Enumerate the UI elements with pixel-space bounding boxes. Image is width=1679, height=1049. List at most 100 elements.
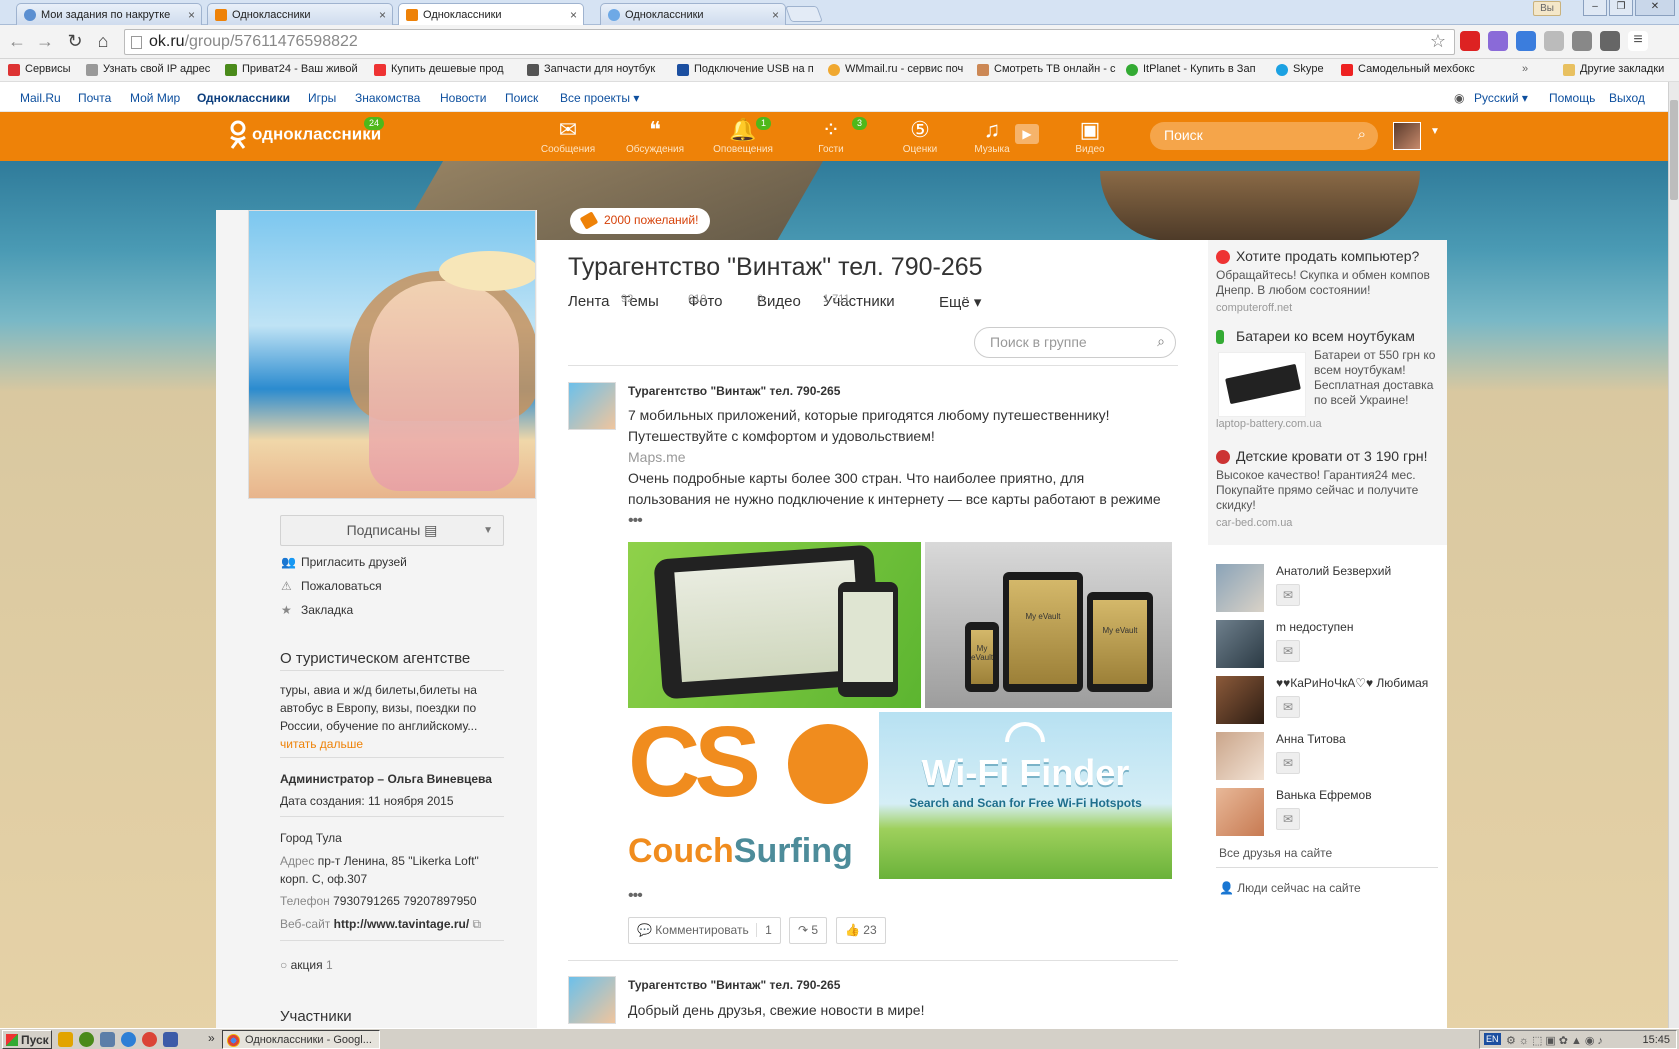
message-icon[interactable]: ✉ — [1276, 752, 1300, 774]
minimize-button[interactable]: – — [1583, 0, 1607, 16]
search-link[interactable]: Поиск — [505, 91, 538, 105]
save-icon[interactable] — [163, 1032, 178, 1047]
bookmark-item[interactable]: Приват24 - Ваш живой — [225, 63, 358, 76]
nav-video[interactable]: ▣ Видео — [1055, 118, 1125, 156]
home-icon[interactable]: ⌂ — [92, 31, 114, 52]
all-projects-link[interactable]: Все проекты ▾ — [560, 91, 639, 105]
games-link[interactable]: Игры — [308, 91, 336, 105]
close-tab-icon[interactable]: × — [772, 8, 779, 22]
ok-link[interactable]: Одноклассники — [197, 91, 290, 105]
tray-icons[interactable]: ⚙☼⬚▣✿▲◉♪ — [1506, 1034, 1606, 1047]
restore-button[interactable]: ❐ — [1609, 0, 1633, 16]
apps-extension-icon[interactable] — [1600, 31, 1620, 51]
post-author[interactable]: Турагентство "Винтаж" тел. 790-265 — [628, 978, 840, 992]
expand-post-button[interactable]: ••• — [628, 887, 643, 905]
expand-icon[interactable]: » — [208, 1031, 215, 1045]
more-bookmarks-icon[interactable]: » — [1522, 63, 1528, 75]
message-icon[interactable]: ✉ — [1276, 696, 1300, 718]
bookmark-item[interactable]: WMmail.ru - сервис поч — [828, 63, 963, 76]
post-image-couchsurfing[interactable]: CS CouchSurfing — [628, 712, 877, 879]
close-window-button[interactable]: ✕ — [1635, 0, 1675, 16]
ok-logo[interactable]: одноклассники — [228, 120, 381, 150]
close-tab-icon[interactable]: × — [188, 8, 195, 22]
mymir-link[interactable]: Мой Мир — [130, 91, 180, 105]
browser-tab-1[interactable]: Мои задания по накрутке × — [16, 3, 202, 25]
friend-item[interactable]: ♥♥КаРиНоЧкА♡♥ Любимая ✉ — [1216, 676, 1446, 726]
opera-extension-icon[interactable] — [1460, 31, 1480, 51]
expand-post-button[interactable]: ••• — [628, 512, 643, 530]
reload-icon[interactable]: ↻ — [64, 31, 86, 52]
avatar[interactable] — [1216, 564, 1264, 612]
friend-item[interactable]: m недоступен ✉ — [1216, 620, 1446, 670]
ad-item[interactable]: Хотите продать компьютер? Обращайтесь! С… — [1216, 248, 1446, 314]
message-icon[interactable]: ✉ — [1276, 584, 1300, 606]
website-link[interactable]: http://www.tavintage.ru/ — [334, 917, 470, 931]
avatar[interactable] — [1216, 676, 1264, 724]
browser-tab-4[interactable]: Одноклассники × — [600, 3, 786, 25]
bookmark-item[interactable]: Запчасти для ноутбук — [527, 63, 655, 76]
ie-icon[interactable] — [121, 1032, 136, 1047]
desktop-icon[interactable] — [100, 1032, 115, 1047]
bookmark-item[interactable]: Подключение USB на п — [677, 63, 814, 76]
close-tab-icon[interactable]: × — [570, 8, 577, 22]
bookmark-star-icon[interactable]: ☆ — [1430, 31, 1446, 52]
invite-friends-link[interactable]: 👥 Пригласить друзей — [281, 555, 407, 569]
comment-button[interactable]: 💬 Комментировать 1 — [628, 917, 781, 944]
profile-badge[interactable]: Вы — [1533, 1, 1561, 16]
logout-link[interactable]: Выход — [1609, 91, 1645, 105]
url-input[interactable]: ok.ru/group/57611476598822 ☆ — [124, 29, 1455, 55]
chevron-down-icon[interactable]: ▼ — [1430, 126, 1440, 137]
like-button[interactable]: 👍 23 — [836, 917, 886, 944]
avast-icon[interactable] — [58, 1032, 73, 1047]
mailru-link[interactable]: Mail.Ru — [20, 91, 61, 105]
browser-tab-2[interactable]: Одноклассники × — [207, 3, 393, 25]
avatar[interactable] — [1216, 788, 1264, 836]
dating-link[interactable]: Знакомства — [355, 91, 420, 105]
avatar[interactable] — [1216, 620, 1264, 668]
bookmark-link[interactable]: ★ Закладка — [281, 603, 353, 617]
gear-extension-icon[interactable] — [1572, 31, 1592, 51]
wishes-badge[interactable]: 2000 пожеланий! — [570, 208, 711, 234]
laptop-battery-image[interactable] — [1218, 352, 1306, 417]
friend-item[interactable]: Анна Титова ✉ — [1216, 732, 1446, 782]
group-search-input[interactable]: Поиск в группе ⌕ — [974, 327, 1176, 358]
back-icon[interactable]: ← — [6, 31, 28, 52]
start-button[interactable]: Пуск — [2, 1030, 52, 1049]
bookmark-item[interactable]: Смотреть ТВ онлайн - с — [977, 63, 1115, 76]
bookmark-item[interactable]: Узнать свой IP адрес — [86, 63, 210, 76]
user-avatar[interactable] — [1393, 122, 1421, 150]
shield-extension-icon[interactable] — [1544, 31, 1564, 51]
language-link[interactable]: Русский ▾ — [1474, 91, 1528, 105]
play-icon[interactable]: ▶ — [1015, 124, 1039, 144]
post-image-wifi-finder[interactable]: Wi-Fi Finder Search and Scan for Free Wi… — [879, 712, 1172, 879]
taskbar-chrome-window[interactable]: Одноклассники - Googl... — [222, 1030, 380, 1049]
post-image-evault[interactable]: My eVault My eVault My eVault — [925, 542, 1172, 708]
new-tab-button[interactable] — [785, 6, 823, 22]
utorrent-icon[interactable] — [79, 1032, 94, 1047]
bookmark-item[interactable]: Skype — [1276, 63, 1324, 76]
browser-tab-3-active[interactable]: Одноклассники × — [398, 3, 584, 26]
close-tab-icon[interactable]: × — [379, 8, 386, 22]
mail-link[interactable]: Почта — [78, 91, 111, 105]
subscribed-button[interactable]: Подписаны ▤ ▼ — [280, 515, 504, 546]
post-author-avatar[interactable] — [568, 976, 616, 1024]
avatar[interactable] — [1216, 732, 1264, 780]
feather-extension-icon[interactable] — [1488, 31, 1508, 51]
nav-discussions[interactable]: ❝ Обсуждения — [620, 118, 690, 156]
post-image-maps[interactable] — [628, 542, 921, 708]
menu-icon[interactable]: ≡ — [1628, 31, 1648, 51]
all-friends-link[interactable]: Все друзья на сайте — [1219, 846, 1332, 860]
report-link[interactable]: ⚠ Пожаловаться — [281, 579, 382, 593]
forward-icon[interactable]: → — [34, 31, 56, 52]
ok-search-input[interactable]: Поиск ⌕ — [1150, 122, 1378, 150]
friend-item[interactable]: Анатолий Безверхий ✉ — [1216, 564, 1446, 614]
message-icon[interactable]: ✉ — [1276, 640, 1300, 662]
bookmark-item[interactable]: Сервисы — [8, 63, 71, 76]
share-button[interactable]: ↷ 5 — [789, 917, 828, 944]
nav-ratings[interactable]: ⑤ Оценки — [885, 118, 955, 156]
message-icon[interactable]: ✉ — [1276, 808, 1300, 830]
scrollbar-thumb[interactable] — [1670, 100, 1678, 200]
group-avatar-image[interactable] — [248, 210, 536, 499]
read-more-link[interactable]: читать дальше — [280, 735, 510, 753]
news-link[interactable]: Новости — [440, 91, 486, 105]
